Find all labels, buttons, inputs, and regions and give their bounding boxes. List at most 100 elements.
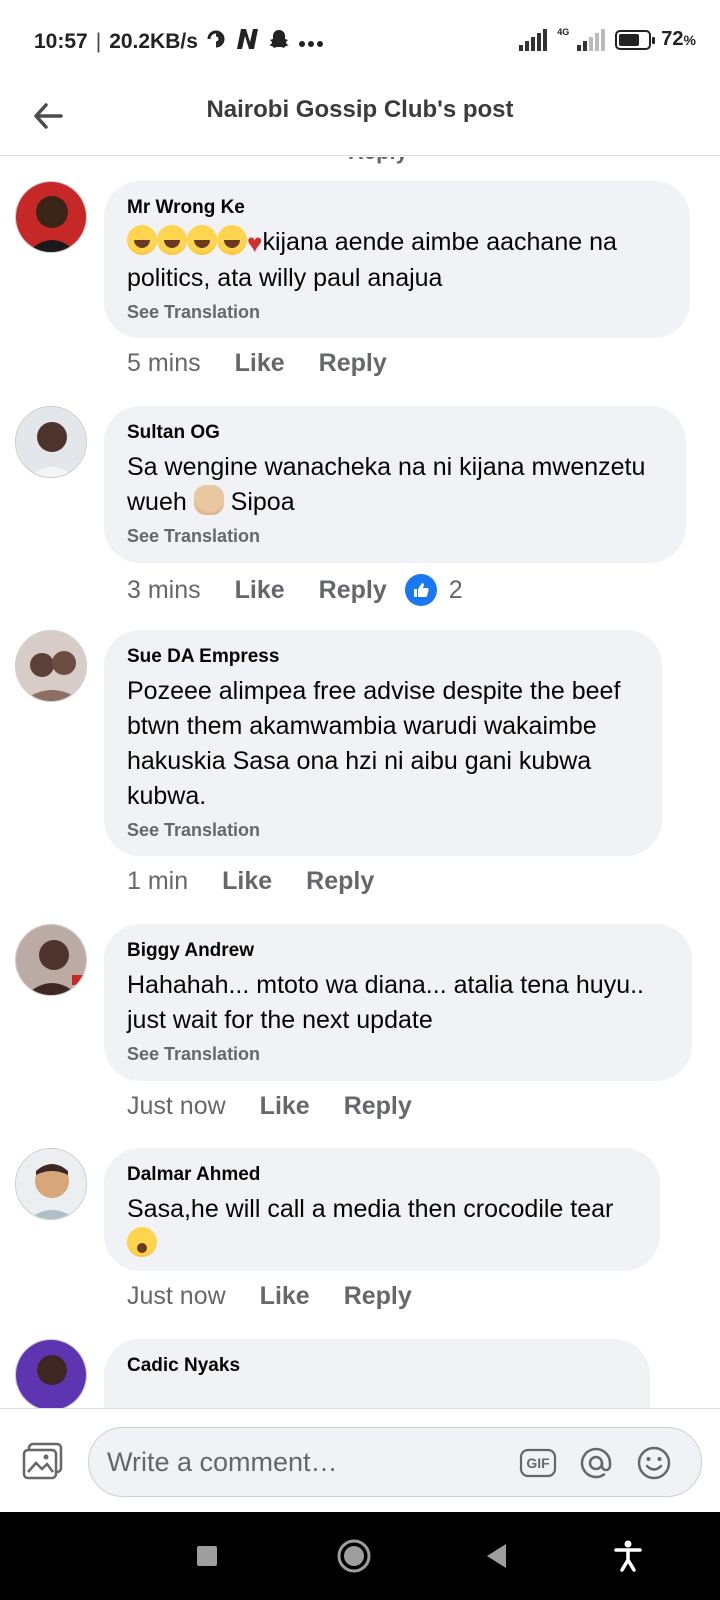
- comment-actions: 5 mins Like Reply: [127, 349, 387, 378]
- comment-bubble[interactable]: Dalmar Ahmed Sasa,he will call a media t…: [104, 1148, 660, 1271]
- signal-strength-2-icon: [577, 28, 606, 51]
- comment-time: 3 mins: [127, 575, 201, 604]
- comment-author[interactable]: Sultan OG: [127, 422, 662, 444]
- comment-text: Pozeee alimpea free advise despite the b…: [127, 677, 621, 810]
- comment-time: 1 min: [127, 867, 189, 895]
- status-separator: |: [95, 30, 102, 53]
- comment-bubble[interactable]: Sue DA Empress Pozeee alimpea free advis…: [104, 630, 662, 856]
- see-translation-link[interactable]: See Translation: [127, 302, 666, 323]
- status-left: 10:57 | 20.2KB/s: [34, 28, 324, 56]
- battery-value: 72: [661, 28, 684, 50]
- comment-author[interactable]: Dalmar Ahmed: [127, 1164, 636, 1186]
- comment-composer: GIF: [0, 1408, 720, 1512]
- comment-actions: 3 mins Like Reply 2: [127, 574, 463, 606]
- tears-of-joy-emoji: [187, 225, 217, 255]
- comment-actions: 1 min Like Reply: [127, 867, 374, 896]
- battery-percentage: 72%: [661, 28, 696, 51]
- comment-author[interactable]: Mr Wrong Ke: [127, 197, 666, 219]
- like-button[interactable]: Like: [222, 867, 272, 896]
- home-button[interactable]: [334, 1536, 374, 1576]
- system-navigation-bar: [0, 1512, 720, 1600]
- comment-input[interactable]: [107, 1428, 507, 1496]
- snapchat-ghost-icon: [268, 28, 290, 56]
- comments-list[interactable]: Reply Mr Wrong Ke ♥kijana aende aimbe aa…: [0, 157, 720, 1409]
- clipped-reply-link[interactable]: Reply: [348, 157, 408, 165]
- tears-of-joy-emoji: [127, 225, 157, 255]
- photo-button[interactable]: [22, 1442, 64, 1480]
- status-bar: 10:57 | 20.2KB/s 4G 72%: [0, 0, 720, 84]
- back-nav-button[interactable]: [477, 1536, 517, 1576]
- clock: 10:57: [34, 30, 88, 53]
- see-translation-link[interactable]: See Translation: [127, 1044, 668, 1065]
- photo-icon: [22, 1442, 63, 1480]
- comment-text-tail: Sipoa: [230, 488, 295, 516]
- at-sign-icon: [580, 1447, 612, 1479]
- battery-fill: [619, 33, 640, 46]
- comment-bubble[interactable]: Mr Wrong Ke ♥kijana aende aimbe aachane …: [104, 181, 690, 338]
- gif-label: GIF: [526, 1455, 550, 1471]
- reaction-count: 2: [448, 575, 463, 604]
- see-translation-link[interactable]: See Translation: [127, 526, 662, 547]
- mention-button[interactable]: [577, 1444, 615, 1482]
- like-reaction-icon: [404, 574, 437, 606]
- loudly-crying-emoji: [127, 1227, 157, 1257]
- comment-text: ♥kijana aende aimbe aachane na politics,…: [127, 225, 666, 296]
- comment-text-body: Sasa,he will call a media then crocodile…: [127, 1195, 614, 1223]
- avatar[interactable]: [15, 924, 87, 996]
- reply-button[interactable]: Reply: [306, 867, 374, 896]
- comment-time: Just now: [127, 1092, 226, 1120]
- recents-button[interactable]: [187, 1536, 227, 1576]
- like-button[interactable]: Like: [235, 576, 285, 605]
- avatar[interactable]: [15, 630, 87, 702]
- battery-icon: [615, 29, 656, 50]
- comment-actions: Just now Like Reply: [127, 1282, 412, 1311]
- facepalm-emoji: [193, 485, 224, 515]
- page-title: Nairobi Gossip Club's post: [206, 96, 514, 123]
- comment-text: Sa wengine wanacheka na ni kijana mwenze…: [127, 450, 662, 520]
- avatar[interactable]: [15, 1148, 87, 1220]
- comment-input-box[interactable]: GIF: [88, 1427, 702, 1497]
- comment-bubble[interactable]: Biggy Andrew Hahahah... mtoto wa diana..…: [104, 924, 692, 1081]
- comment-time: Just now: [127, 1282, 226, 1310]
- avatar[interactable]: [15, 406, 87, 478]
- comment-bubble[interactable]: Cadic Nyaks: [104, 1339, 650, 1409]
- reply-button[interactable]: Reply: [319, 576, 387, 605]
- comment-actions: Just now Like Reply: [127, 1092, 412, 1121]
- battery-unit: %: [683, 32, 696, 48]
- reply-button[interactable]: Reply: [344, 1092, 412, 1121]
- like-button[interactable]: Like: [260, 1092, 310, 1121]
- reply-button[interactable]: Reply: [319, 349, 387, 378]
- avatar[interactable]: [15, 181, 87, 253]
- smiley-icon: [637, 1446, 671, 1480]
- comment-author[interactable]: Sue DA Empress: [127, 646, 638, 668]
- emoji-button[interactable]: [635, 1444, 673, 1482]
- like-button[interactable]: Like: [235, 349, 285, 378]
- like-button[interactable]: Like: [260, 1282, 310, 1311]
- reply-button[interactable]: Reply: [344, 1282, 412, 1311]
- reaction-summary[interactable]: 2: [404, 574, 463, 606]
- square-icon: [197, 1546, 217, 1566]
- accessibility-button[interactable]: [608, 1536, 648, 1576]
- comment-author[interactable]: Biggy Andrew: [127, 940, 668, 962]
- triangle-back-icon: [487, 1544, 506, 1568]
- comment-bubble[interactable]: Sultan OG Sa wengine wanacheka na ni kij…: [104, 406, 686, 563]
- network-speed: 20.2KB/s: [109, 30, 198, 53]
- circle-home-icon: [337, 1539, 371, 1573]
- accessibility-icon: [614, 1540, 642, 1572]
- signal-strength-icon: [519, 28, 548, 51]
- comment-author[interactable]: Cadic Nyaks: [127, 1355, 626, 1377]
- netflix-n-icon: [234, 28, 260, 56]
- app-header: Nairobi Gossip Club's post: [0, 84, 720, 156]
- status-right: 4G 72%: [519, 26, 696, 51]
- gif-button[interactable]: GIF: [519, 1444, 557, 1482]
- tears-of-joy-emoji: [217, 225, 247, 255]
- broken-heart-emoji: ♥: [247, 228, 263, 258]
- see-translation-link[interactable]: See Translation: [127, 820, 638, 841]
- tears-of-joy-emoji: [157, 225, 187, 255]
- network-type-label: 4G: [557, 26, 570, 37]
- avatar[interactable]: [15, 1339, 87, 1409]
- comment-time: 5 mins: [127, 349, 201, 377]
- swirl-icon: [206, 29, 226, 55]
- comment-text: Sasa,he will call a media then crocodile…: [127, 1192, 636, 1262]
- more-dots-icon: [298, 31, 324, 54]
